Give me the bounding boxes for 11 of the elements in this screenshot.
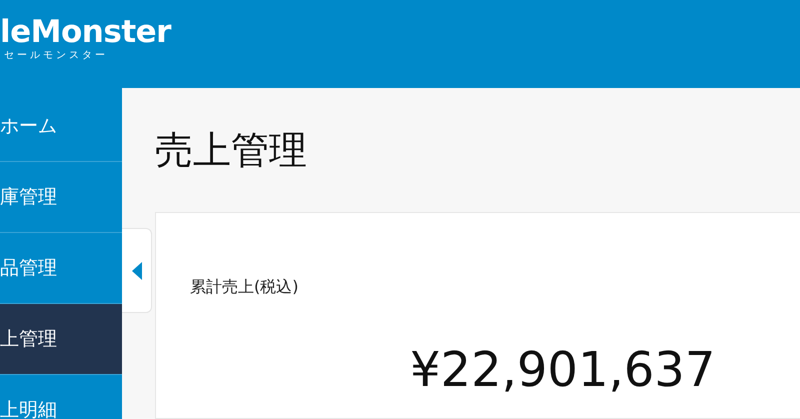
logo-text[interactable]: leMonster	[0, 14, 171, 50]
caret-icon	[132, 262, 142, 280]
sidebar-item[interactable]: 庫管理	[0, 162, 122, 233]
sidebar-item[interactable]: 上管理	[0, 304, 122, 375]
sidebar-item[interactable]: ホーム	[0, 91, 122, 162]
sidebar-item[interactable]: 上明細	[0, 375, 122, 419]
total-sales-label: 累計売上(税込)	[190, 277, 300, 298]
logo-subtitle: セールモンスター	[3, 50, 109, 62]
total-sales-amount: ¥22,901,637	[409, 342, 716, 398]
page-title: 売上管理	[155, 126, 308, 174]
collapse-button[interactable]	[122, 228, 152, 313]
